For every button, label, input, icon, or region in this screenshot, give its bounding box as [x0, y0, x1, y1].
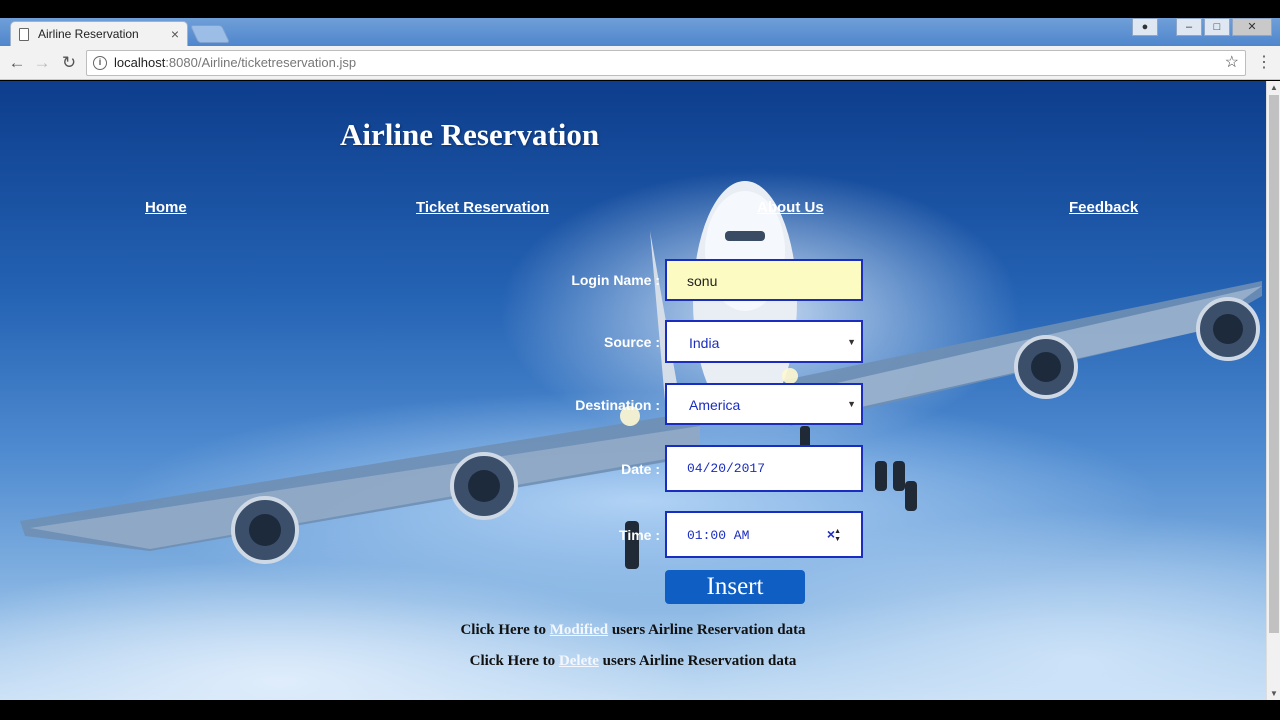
menu-dots-icon[interactable]: ⋮ — [1256, 52, 1272, 72]
tab-title: Airline Reservation — [38, 27, 139, 41]
destination-label: Destination : — [575, 397, 660, 413]
page-icon — [19, 27, 29, 41]
scroll-down-icon[interactable]: ▼ — [1270, 689, 1278, 698]
minimize-icon[interactable]: – — [1176, 18, 1202, 36]
nav-feedback-link[interactable]: Feedback — [1069, 199, 1138, 216]
date-label: Date : — [621, 461, 660, 477]
airplane-background-image — [20, 181, 1262, 569]
scroll-up-icon[interactable]: ▲ — [1270, 83, 1278, 92]
nav-home-link[interactable]: Home — [145, 199, 187, 216]
nav-ticket-reservation-link[interactable]: Ticket Reservation — [416, 199, 549, 216]
page-content: Airline Reservation Home Ticket Reservat… — [0, 81, 1266, 700]
delete-prefix: Click Here to — [469, 653, 559, 669]
address-bar[interactable]: i localhost:8080/Airline/ticketreservati… — [86, 50, 1246, 76]
spinner-icon[interactable]: ▲ ▼ — [834, 528, 841, 544]
tab-close-icon[interactable]: × — [171, 26, 179, 42]
insert-button[interactable]: Insert — [665, 570, 805, 604]
time-input[interactable]: 01:00 AM × ▲ ▼ — [665, 511, 863, 558]
chevron-down-icon: ▼ — [847, 337, 856, 347]
time-label: Time : — [619, 527, 660, 543]
chevron-down-icon: ▼ — [847, 399, 856, 409]
delete-link[interactable]: Delete — [559, 653, 599, 669]
source-label: Source : — [603, 334, 660, 350]
bottom-frame — [0, 700, 1280, 720]
vertical-scrollbar[interactable]: ▲ ▼ — [1266, 81, 1280, 700]
new-tab-button[interactable] — [189, 25, 231, 43]
scrollbar-thumb[interactable] — [1269, 95, 1279, 633]
modified-suffix: users Airline Reservation data — [608, 622, 806, 638]
nav-about-us-link[interactable]: About Us — [757, 199, 824, 216]
delete-suffix: users Airline Reservation data — [598, 653, 797, 669]
reload-icon[interactable]: ↻ — [58, 52, 80, 74]
destination-select[interactable]: America ▼ — [665, 383, 863, 425]
page-title: Airline Reservation — [340, 117, 600, 152]
forward-arrow-icon[interactable]: → — [31, 52, 53, 74]
top-frame — [0, 0, 1280, 18]
bookmark-star-icon[interactable]: ☆ — [1225, 51, 1239, 75]
info-icon[interactable]: i — [93, 56, 107, 70]
source-select[interactable]: India ▼ — [665, 320, 863, 363]
login-name-input[interactable]: sonu — [665, 259, 863, 301]
user-icon[interactable]: ● — [1132, 18, 1158, 36]
modified-message: Click Here to Modified users Airline Res… — [0, 622, 1266, 639]
window-controls: ● – □ ✕ — [1132, 18, 1272, 36]
tab-strip: Airline Reservation × ● – □ ✕ — [0, 18, 1280, 46]
browser-toolbar: ← → ↻ i localhost:8080/Airline/ticketres… — [0, 46, 1280, 80]
back-arrow-icon[interactable]: ← — [6, 52, 28, 74]
modified-link[interactable]: Modified — [550, 622, 608, 638]
url-text: localhost:8080/Airline/ticketreservation… — [114, 55, 357, 70]
maximize-icon[interactable]: □ — [1204, 18, 1230, 36]
close-window-icon[interactable]: ✕ — [1232, 18, 1272, 36]
delete-message: Click Here to Delete users Airline Reser… — [0, 653, 1266, 670]
modified-prefix: Click Here to — [460, 622, 550, 638]
browser-tab[interactable]: Airline Reservation × — [10, 21, 188, 46]
date-input[interactable]: 04/20/2017 — [665, 445, 863, 492]
login-name-label: Login Name : — [571, 272, 660, 288]
